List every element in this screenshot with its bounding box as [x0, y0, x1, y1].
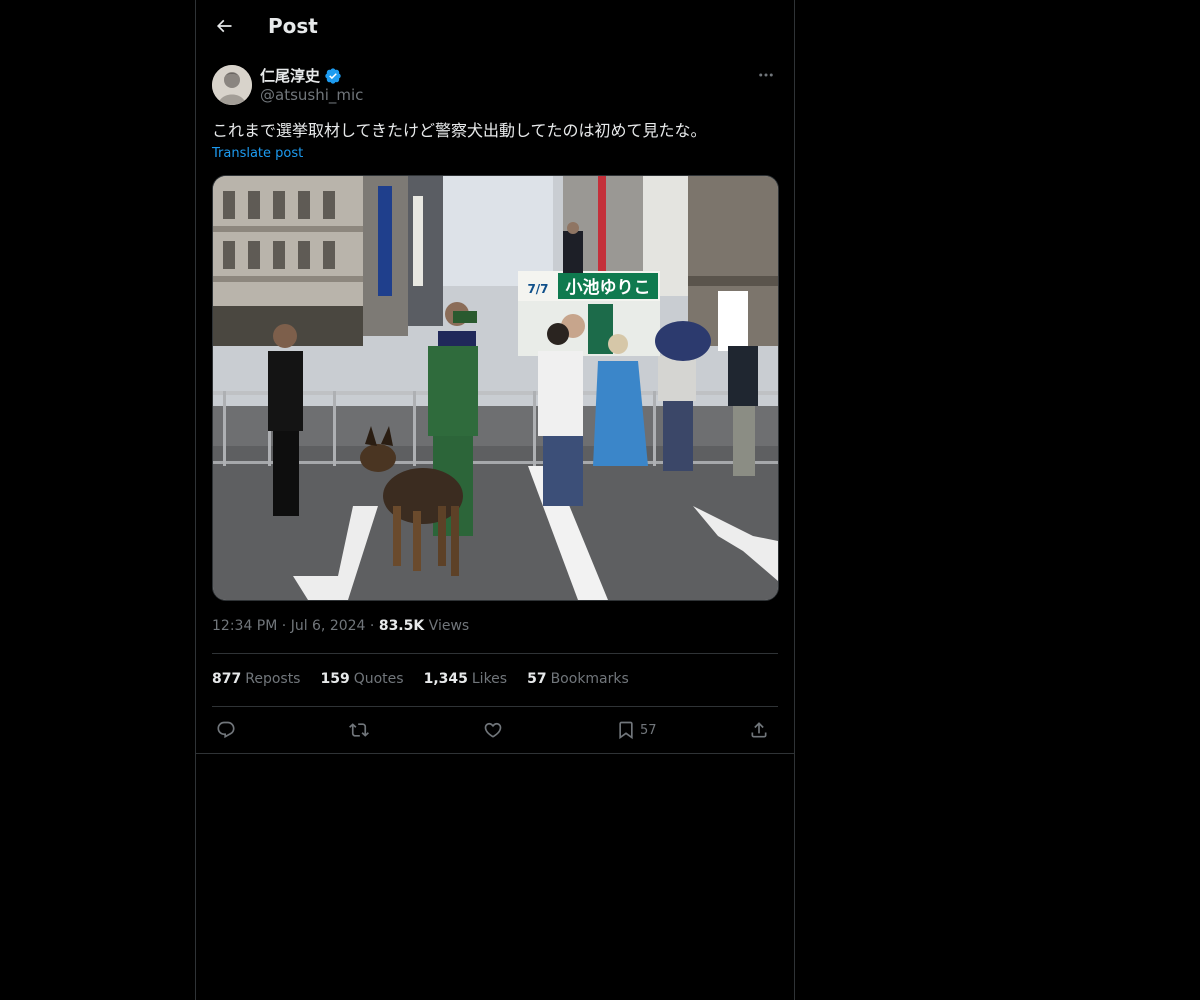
- like-button[interactable]: [483, 716, 503, 744]
- repost-button[interactable]: [349, 716, 369, 744]
- action-bar: 57: [212, 716, 778, 744]
- author-handle[interactable]: @atsushi_mic: [260, 86, 363, 104]
- bookmarks-stat[interactable]: 57 Bookmarks: [527, 671, 629, 687]
- like-icon: [484, 722, 502, 738]
- verified-badge-icon: [325, 67, 341, 84]
- author-name[interactable]: 仁尾淳史: [260, 65, 342, 86]
- street-scene-photo: 小池ゆりこ 7/7: [213, 176, 778, 600]
- reply-icon: [217, 721, 235, 739]
- bookmark-count: 57: [640, 722, 657, 738]
- bookmarks-count: 57: [527, 671, 547, 687]
- arrow-left-icon: [216, 19, 232, 33]
- divider: [196, 753, 794, 754]
- bookmark-button[interactable]: 57: [616, 716, 657, 744]
- reposts-stat[interactable]: 877 Reposts: [212, 671, 300, 687]
- post-meta: 12:34 PM · Jul 6, 2024 · 83.5K Views: [212, 618, 469, 634]
- page-title: Post: [268, 14, 318, 38]
- post-header: Post: [196, 0, 794, 53]
- bookmark-icon: [619, 721, 633, 740]
- quotes-stat[interactable]: 159 Quotes: [320, 671, 403, 687]
- quotes-count: 159: [320, 671, 350, 687]
- avatar-image: [212, 65, 252, 105]
- meta-separator: ·: [369, 618, 379, 634]
- views-count: 83.5K: [378, 618, 425, 634]
- avatar[interactable]: [212, 65, 252, 105]
- likes-label: Likes: [471, 671, 508, 687]
- meta-separator: ·: [281, 618, 291, 634]
- more-icon: [759, 73, 773, 77]
- engagement-stats: 877 Reposts 159 Quotes 1,345 Likes 57 Bookma…: [212, 671, 629, 687]
- reposts-label: Reposts: [245, 671, 301, 687]
- reply-button[interactable]: [216, 716, 236, 744]
- divider: [212, 706, 778, 707]
- divider: [212, 653, 778, 654]
- views-label: Views: [428, 618, 470, 634]
- post-time[interactable]: 12:34 PM: [212, 618, 277, 634]
- post-author: 仁尾淳史 @atsushi_mic: [212, 64, 778, 108]
- author-display-name: 仁尾淳史: [260, 67, 321, 85]
- post-date[interactable]: Jul 6, 2024: [291, 618, 366, 634]
- campaign-sign-text: 小池ゆりこ: [566, 277, 651, 298]
- more-options-button[interactable]: [754, 64, 778, 86]
- post-photo[interactable]: 小池ゆりこ 7/7: [212, 175, 779, 601]
- quotes-label: Quotes: [353, 671, 404, 687]
- back-button[interactable]: [209, 11, 239, 41]
- repost-icon: [349, 723, 369, 737]
- primary-column: Post 仁尾淳史 @atsushi_mic これまで選挙取材してきたけど警察犬…: [195, 0, 795, 1000]
- likes-stat[interactable]: 1,345 Likes: [424, 671, 508, 687]
- translate-post-link[interactable]: Translate post: [212, 146, 303, 161]
- likes-count: 1,345: [423, 671, 468, 687]
- campaign-sign-date: 7/7: [527, 282, 548, 296]
- bookmarks-label: Bookmarks: [550, 671, 629, 687]
- post-text: これまで選挙取材してきたけど警察犬出動してたのは初めて見たな。: [212, 121, 707, 140]
- share-icon: [751, 722, 767, 738]
- reposts-count: 877: [212, 671, 242, 687]
- share-button[interactable]: [749, 716, 769, 744]
